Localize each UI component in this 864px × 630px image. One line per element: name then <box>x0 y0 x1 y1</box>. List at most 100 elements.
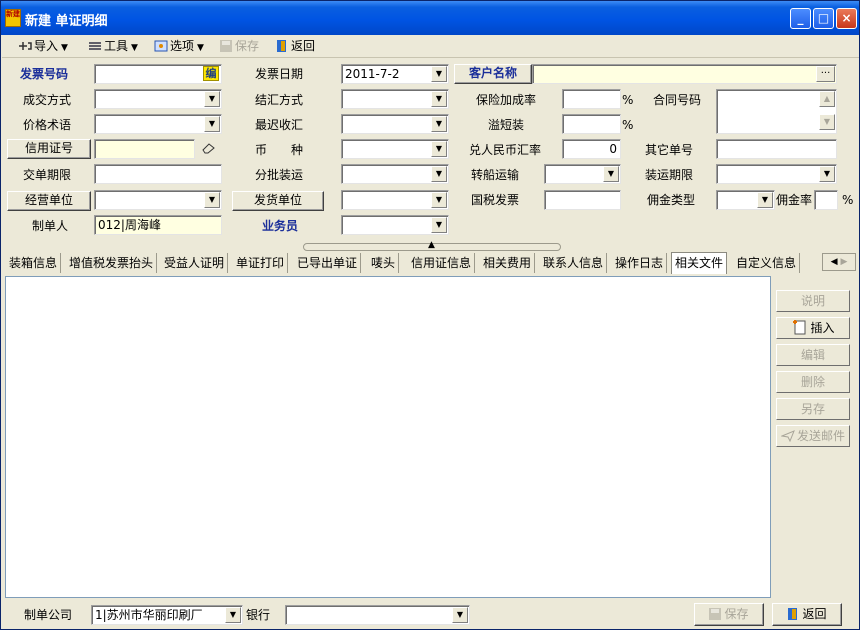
company-value: 1|苏州市华丽印刷厂 <box>95 608 203 622</box>
exit-door-icon <box>277 40 286 52</box>
latest-collection-select[interactable]: ▼ <box>341 114 449 134</box>
national-tax-invoice-input[interactable] <box>544 190 621 210</box>
save-bottom-button[interactable]: 保存 <box>694 603 764 626</box>
commission-rate-input[interactable] <box>814 190 838 210</box>
tab-custom-info[interactable]: 自定义信息 <box>733 253 801 273</box>
transshipment-select[interactable]: ▼ <box>544 164 621 184</box>
tab-document-print[interactable]: 单证打印 <box>233 253 289 273</box>
back-toolbar-button[interactable]: 返回 <box>275 37 315 56</box>
shipper-button[interactable]: 发货单位 <box>232 191 324 211</box>
bank-select[interactable]: ▼ <box>285 605 470 625</box>
chevron-down-icon[interactable]: ▼ <box>204 116 220 132</box>
tab-contact-info[interactable]: 联系人信息 <box>540 253 608 273</box>
invoice-date-picker[interactable]: 2011-7-2 ▼ <box>341 64 449 84</box>
tab-operation-log[interactable]: 操作日志 <box>612 253 668 273</box>
save-icon <box>220 40 232 52</box>
shipper-select[interactable]: ▼ <box>341 190 449 210</box>
overage-unit: % <box>622 118 634 132</box>
tools-menu[interactable]: 工具 ▼ <box>88 37 138 56</box>
chevron-right-icon[interactable]: ▶ <box>840 257 847 267</box>
delivery-period-label: 交单期限 <box>23 168 72 182</box>
chevron-down-icon[interactable]: ▼ <box>452 607 468 623</box>
overage-label: 溢短装 <box>488 118 525 132</box>
options-menu[interactable]: 选项 ▼ <box>154 37 204 56</box>
chevron-down-icon[interactable]: ▼ <box>819 166 835 182</box>
explain-button[interactable]: 说明 <box>776 290 850 312</box>
tab-beneficiary-certificate[interactable]: 受益人证明 <box>161 253 229 273</box>
ellipsis-icon[interactable]: ··· <box>816 66 835 82</box>
shipment-period-select[interactable]: ▼ <box>716 164 837 184</box>
settlement-method-label: 结汇方式 <box>255 93 304 107</box>
tab-lc-info[interactable]: 信用证信息 <box>408 253 476 273</box>
chevron-down-icon[interactable]: ▼ <box>431 116 447 132</box>
tab-packing-info[interactable]: 装箱信息 <box>6 253 62 273</box>
chevron-down-icon[interactable]: ▼ <box>431 166 447 182</box>
chevron-down-icon[interactable]: ▼ <box>431 66 447 82</box>
edit-button[interactable]: 编辑 <box>776 344 850 366</box>
scroll-down-icon[interactable]: ▼ <box>819 114 835 130</box>
send-mail-button[interactable]: 发送邮件 <box>776 425 850 447</box>
back-bottom-button[interactable]: 返回 <box>772 603 842 626</box>
tab-related-files[interactable]: 相关文件 <box>671 252 728 274</box>
delete-button[interactable]: 删除 <box>776 371 850 393</box>
salesman-select[interactable]: ▼ <box>341 215 449 235</box>
customer-name-input[interactable]: ··· <box>532 64 837 84</box>
salesman-label: 业务员 <box>262 219 299 233</box>
maximize-button[interactable]: □ <box>813 8 834 29</box>
import-menu[interactable]: 导入 ▼ <box>18 37 68 56</box>
company-select[interactable]: 1|苏州市华丽印刷厂 ▼ <box>91 605 243 625</box>
overage-input[interactable] <box>562 114 621 134</box>
minimize-button[interactable]: _ <box>790 8 811 29</box>
maker-input[interactable]: 012|周海峰 <box>94 215 222 235</box>
auto-number-badge[interactable]: 编 <box>203 66 219 81</box>
insert-button[interactable]: 插入 <box>776 317 850 339</box>
lc-no-button[interactable]: 信用证号 <box>7 139 91 159</box>
chevron-up-icon[interactable]: ▲ <box>428 240 435 250</box>
partial-shipment-select[interactable]: ▼ <box>341 164 449 184</box>
chevron-down-icon[interactable]: ▼ <box>204 91 220 107</box>
tab-vat-invoice-title[interactable]: 增值税发票抬头 <box>66 253 158 273</box>
currency-select[interactable]: ▼ <box>341 139 449 159</box>
delivery-period-input[interactable] <box>94 164 222 184</box>
save-as-button[interactable]: 另存 <box>776 398 850 420</box>
save-toolbar-button[interactable]: 保存 <box>219 37 259 56</box>
rmb-rate-input[interactable]: 0 <box>562 139 621 159</box>
customer-name-button[interactable]: 客户名称 <box>454 64 532 84</box>
panel-splitter[interactable]: ▲ <box>303 240 561 251</box>
chevron-down-icon[interactable]: ▼ <box>225 607 241 623</box>
tab-exported-documents[interactable]: 已导出单证 <box>294 253 362 273</box>
invoice-no-input[interactable]: 编 <box>94 64 222 84</box>
close-button[interactable]: × <box>836 8 857 29</box>
settlement-method-select[interactable]: ▼ <box>341 89 449 109</box>
tab-shipping-marks[interactable]: 唛头 <box>368 253 400 273</box>
chevron-down-icon[interactable]: ▼ <box>431 192 447 208</box>
tab-related-fees[interactable]: 相关费用 <box>480 253 536 273</box>
chevron-down-icon[interactable]: ▼ <box>431 217 447 233</box>
scroll-up-icon[interactable]: ▲ <box>819 91 835 107</box>
contract-no-textarea[interactable]: ▲ ▼ <box>716 89 837 134</box>
eraser-icon[interactable] <box>202 143 216 155</box>
related-files-panel[interactable] <box>5 276 771 598</box>
lc-no-input[interactable] <box>94 139 195 159</box>
chevron-down-icon[interactable]: ▼ <box>204 192 220 208</box>
business-unit-select[interactable]: ▼ <box>94 190 222 210</box>
tab-scroll-control: ◀ ▶ <box>822 253 856 271</box>
chevron-down-icon[interactable]: ▼ <box>431 91 447 107</box>
chevron-down-icon[interactable]: ▼ <box>757 192 773 208</box>
tools-label: 工具 <box>104 39 129 53</box>
title-bar[interactable]: 新建 新建 单证明细 _ □ × <box>1 1 859 35</box>
tools-icon <box>89 42 101 50</box>
partial-shipment-label: 分批装运 <box>255 168 304 182</box>
insurance-markup-input[interactable] <box>562 89 621 109</box>
chevron-down-icon[interactable]: ▼ <box>603 166 619 182</box>
commission-type-select[interactable]: ▼ <box>716 190 775 210</box>
deal-method-select[interactable]: ▼ <box>94 89 222 109</box>
commission-type-label: 佣金类型 <box>647 193 696 207</box>
chevron-down-icon[interactable]: ▼ <box>431 141 447 157</box>
other-doc-no-input[interactable] <box>716 139 837 159</box>
bottom-bar: 制单公司 1|苏州市华丽印刷厂 ▼ 银行 ▼ 保存 返回 <box>2 601 859 629</box>
business-unit-button[interactable]: 经营单位 <box>7 191 91 211</box>
price-term-select[interactable]: ▼ <box>94 114 222 134</box>
chevron-left-icon[interactable]: ◀ <box>831 257 838 267</box>
contract-no-label: 合同号码 <box>653 93 702 107</box>
